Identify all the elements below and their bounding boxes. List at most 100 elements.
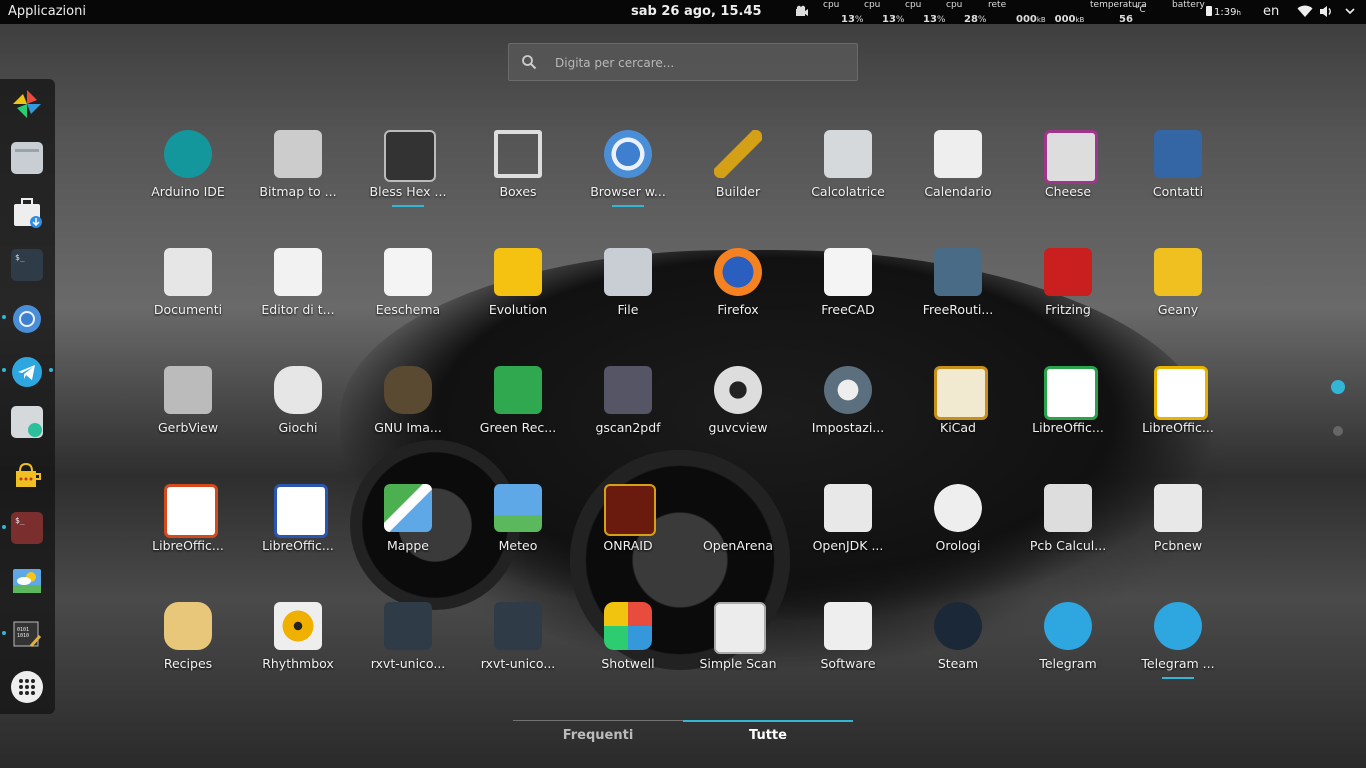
show-apps-button[interactable] bbox=[11, 671, 43, 703]
search-input[interactable] bbox=[553, 52, 847, 74]
search-box[interactable] bbox=[508, 43, 858, 81]
clock[interactable]: sab 26 ago, 15.45 bbox=[631, 4, 762, 19]
dock-geany-icon[interactable] bbox=[11, 459, 43, 491]
app-launcher[interactable]: Editor di t... bbox=[243, 242, 353, 352]
app-launcher[interactable]: GerbView bbox=[133, 360, 243, 470]
rhythmbox-icon bbox=[274, 602, 322, 650]
cpu-monitor-2[interactable]: cpu 13% bbox=[864, 0, 904, 25]
app-launcher[interactable]: rxvt-unico... bbox=[463, 596, 573, 706]
battery-indicator[interactable]: 1:39h bbox=[1206, 6, 1241, 18]
app-launcher[interactable]: Fritzing bbox=[1013, 242, 1123, 352]
onraid-icon bbox=[604, 484, 656, 536]
cpu-monitor-1[interactable]: cpu 13% bbox=[823, 0, 863, 25]
dock-shotwell-icon[interactable] bbox=[11, 88, 43, 120]
app-launcher[interactable]: KiCad bbox=[903, 360, 1013, 470]
volume-icon[interactable] bbox=[1319, 5, 1333, 18]
screencast-icon[interactable] bbox=[795, 5, 809, 18]
app-launcher[interactable]: File bbox=[573, 242, 683, 352]
app-launcher[interactable]: Telegram bbox=[1013, 596, 1123, 706]
app-launcher[interactable]: Recipes bbox=[133, 596, 243, 706]
app-launcher[interactable]: FreeRouti... bbox=[903, 242, 1013, 352]
app-launcher[interactable]: Giochi bbox=[243, 360, 353, 470]
app-launcher[interactable]: Bless Hex ... bbox=[353, 124, 463, 234]
openarena-icon bbox=[714, 484, 762, 532]
keyboard-layout[interactable]: en bbox=[1263, 4, 1279, 19]
app-launcher[interactable]: Meteo bbox=[463, 478, 573, 588]
app-launcher[interactable]: Contatti bbox=[1123, 124, 1233, 234]
app-launcher[interactable]: Mappe bbox=[353, 478, 463, 588]
app-launcher[interactable]: GNU Ima... bbox=[353, 360, 463, 470]
app-label: Mappe bbox=[386, 538, 429, 553]
app-launcher[interactable]: Pcb Calcul... bbox=[1013, 478, 1123, 588]
wifi-icon[interactable] bbox=[1297, 5, 1313, 18]
app-launcher[interactable]: Cheese bbox=[1013, 124, 1123, 234]
dock-terminal-icon[interactable]: $_ bbox=[11, 249, 43, 281]
app-launcher[interactable]: guvcview bbox=[683, 360, 793, 470]
temperature-monitor[interactable]: temperatura 56°C bbox=[1090, 0, 1147, 25]
dock-software-icon[interactable] bbox=[11, 196, 43, 228]
gscan2pdf-icon bbox=[604, 366, 652, 414]
cpu-monitor-4[interactable]: cpu 28% bbox=[946, 0, 986, 25]
calendar-icon bbox=[934, 130, 982, 178]
app-launcher[interactable]: Documenti bbox=[133, 242, 243, 352]
app-launcher[interactable]: Software bbox=[793, 596, 903, 706]
dock-calculator-icon[interactable] bbox=[11, 406, 43, 438]
page-indicator[interactable] bbox=[1333, 426, 1343, 436]
page-indicator-active[interactable] bbox=[1331, 380, 1345, 394]
software-icon bbox=[824, 602, 872, 650]
dock-terminal-red-icon[interactable]: $_ bbox=[11, 512, 43, 544]
app-launcher[interactable]: Green Rec... bbox=[463, 360, 573, 470]
app-launcher[interactable]: Telegram ... bbox=[1123, 596, 1233, 706]
app-launcher[interactable]: LibreOffic... bbox=[1123, 360, 1233, 470]
app-launcher[interactable]: OpenJDK ... bbox=[793, 478, 903, 588]
app-label: guvcview bbox=[708, 420, 768, 435]
battery-label: battery bbox=[1172, 0, 1205, 10]
app-launcher[interactable]: Orologi bbox=[903, 478, 1013, 588]
dock-chromium-icon[interactable] bbox=[11, 303, 43, 335]
tab-all[interactable]: Tutte bbox=[683, 728, 853, 743]
app-launcher[interactable]: OpenArena bbox=[683, 478, 793, 588]
app-launcher[interactable]: Bitmap to ... bbox=[243, 124, 353, 234]
freerouting-icon bbox=[934, 248, 982, 296]
app-launcher[interactable]: Evolution bbox=[463, 242, 573, 352]
tab-frequent[interactable]: Frequenti bbox=[513, 728, 683, 743]
app-launcher[interactable]: LibreOffic... bbox=[1013, 360, 1123, 470]
app-launcher[interactable]: Calendario bbox=[903, 124, 1013, 234]
app-launcher[interactable]: FreeCAD bbox=[793, 242, 903, 352]
app-launcher[interactable]: Steam bbox=[903, 596, 1013, 706]
app-label: Boxes bbox=[499, 184, 537, 199]
app-launcher[interactable]: Browser w... bbox=[573, 124, 683, 234]
app-launcher[interactable]: Eeschema bbox=[353, 242, 463, 352]
eeschema-icon bbox=[384, 248, 432, 296]
documents-icon bbox=[164, 248, 212, 296]
app-launcher[interactable]: Firefox bbox=[683, 242, 793, 352]
app-launcher[interactable]: Builder bbox=[683, 124, 793, 234]
network-monitor[interactable]: rete 000kB 000kB bbox=[988, 0, 1084, 25]
dock-bless-hex-icon[interactable]: 0101 1010 bbox=[11, 618, 43, 650]
applications-menu[interactable]: Applicazioni bbox=[8, 4, 86, 19]
app-launcher[interactable]: gscan2pdf bbox=[573, 360, 683, 470]
calculator-icon bbox=[824, 130, 872, 178]
app-launcher[interactable]: Impostazi... bbox=[793, 360, 903, 470]
app-launcher[interactable]: LibreOffic... bbox=[133, 478, 243, 588]
dock-weather-icon[interactable] bbox=[11, 565, 43, 597]
app-launcher[interactable]: LibreOffic... bbox=[243, 478, 353, 588]
app-launcher[interactable]: Shotwell bbox=[573, 596, 683, 706]
dock-telegram-icon[interactable] bbox=[11, 356, 43, 388]
app-launcher[interactable]: ONRAID bbox=[573, 478, 683, 588]
app-launcher[interactable]: Boxes bbox=[463, 124, 573, 234]
scanner-icon bbox=[714, 602, 766, 654]
app-launcher[interactable]: Simple Scan bbox=[683, 596, 793, 706]
power-menu-icon[interactable] bbox=[1345, 5, 1355, 18]
app-label: Giochi bbox=[278, 420, 318, 435]
app-launcher[interactable]: Rhythmbox bbox=[243, 596, 353, 706]
cpu-monitor-3[interactable]: cpu 13% bbox=[905, 0, 945, 25]
app-launcher[interactable]: Geany bbox=[1123, 242, 1233, 352]
app-launcher[interactable]: Calcolatrice bbox=[793, 124, 903, 234]
dock-files-icon[interactable] bbox=[11, 142, 43, 174]
text-editor-icon bbox=[274, 248, 322, 296]
app-launcher[interactable]: rxvt-unico... bbox=[353, 596, 463, 706]
app-launcher[interactable]: Arduino IDE bbox=[133, 124, 243, 234]
app-label: Pcbnew bbox=[1153, 538, 1203, 553]
app-launcher[interactable]: Pcbnew bbox=[1123, 478, 1233, 588]
